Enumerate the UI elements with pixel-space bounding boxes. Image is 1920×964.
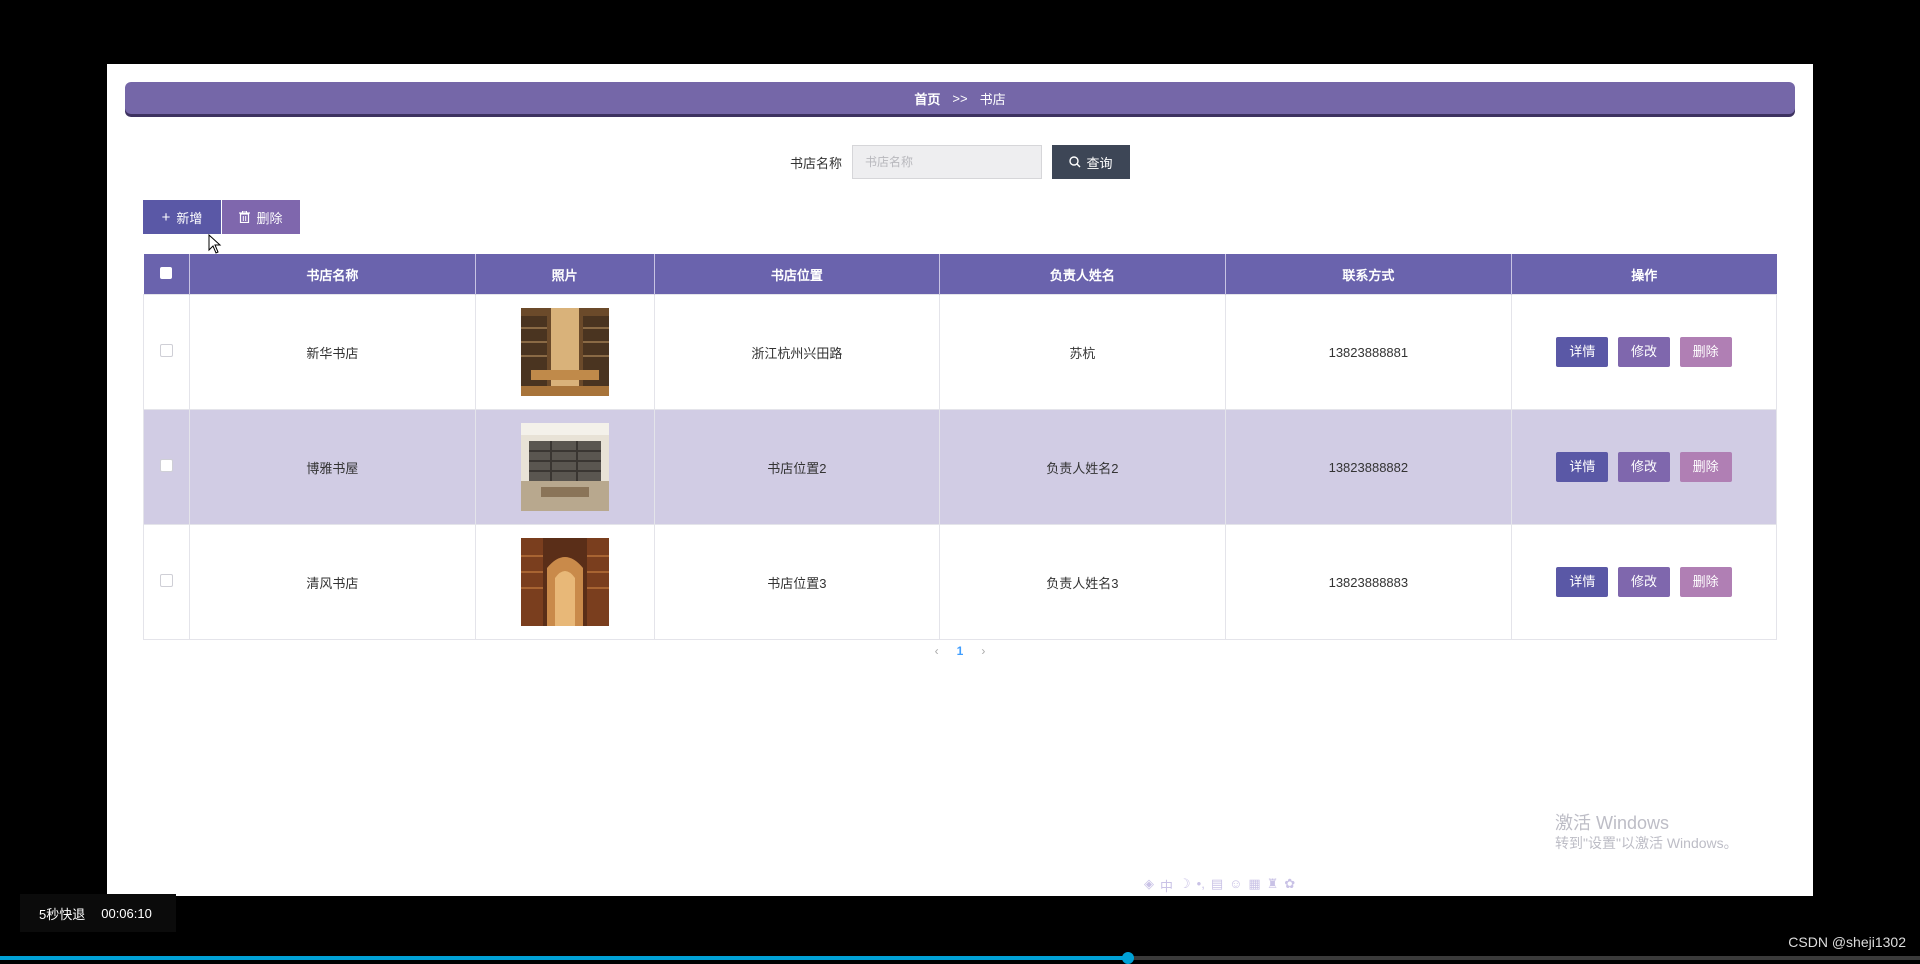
table-row: 博雅书屋 书店位置2 负责人姓名2 13823888882 详情 修改 删除 — [142, 409, 1777, 525]
batch-delete-label: 删除 — [256, 210, 283, 226]
photo-cell — [474, 294, 655, 410]
gear-icon: ✿ — [1284, 876, 1296, 891]
row-checkbox[interactable] — [160, 344, 174, 357]
ime-toolbar: ◈ 中 ☽ •, ▤ ☺ ▦ ♜ ✿ — [1144, 876, 1296, 894]
breadcrumb-current: 书店 — [979, 91, 1006, 107]
moon-icon: ☽ — [1179, 876, 1191, 891]
detail-button[interactable]: 详情 — [1556, 337, 1609, 367]
store-name: 博雅书屋 — [189, 409, 476, 525]
search-label: 书店名称 — [789, 155, 842, 171]
shirt-icon: ♜ — [1266, 876, 1279, 891]
punctuation-icon: •, — [1196, 876, 1205, 891]
bookstore-table: 书店名称 照片 书店位置 负责人姓名 联系方式 操作 新华书店 浙江杭州兴田路 … — [142, 254, 1777, 640]
store-location: 浙江杭州兴田路 — [653, 294, 941, 410]
user-icon: ☺ — [1229, 876, 1243, 891]
next-page-button[interactable]: › — [981, 644, 985, 658]
detail-button[interactable]: 详情 — [1556, 567, 1609, 597]
batch-delete-button[interactable]: 删除 — [222, 200, 300, 234]
delete-button[interactable]: 删除 — [1679, 452, 1732, 482]
select-all-checkbox[interactable] — [160, 266, 173, 279]
main-page: 首页 >> 书店 书店名称 查询 + 新增 删除 书店名称 照片 书店位置 负责… — [107, 64, 1813, 896]
detail-button[interactable]: 详情 — [1556, 452, 1609, 482]
grid-icon: ▦ — [1248, 876, 1261, 891]
page-number[interactable]: 1 — [957, 644, 964, 658]
edit-button[interactable]: 修改 — [1618, 567, 1671, 597]
breadcrumb-separator: >> — [952, 90, 968, 106]
contact-phone: 13823888881 — [1224, 294, 1513, 410]
column-header: 照片 — [475, 254, 655, 295]
store-location: 书店位置2 — [653, 409, 941, 525]
pagination: ‹ 1 › — [107, 644, 1813, 658]
contact-phone: 13823888883 — [1224, 524, 1513, 640]
mouse-cursor-icon — [208, 234, 222, 254]
operations-cell: 详情 修改 删除 — [1511, 409, 1777, 525]
add-button[interactable]: + 新增 — [143, 200, 221, 234]
column-header: 操作 — [1511, 254, 1777, 295]
column-header: 联系方式 — [1225, 254, 1513, 295]
edit-button[interactable]: 修改 — [1618, 452, 1671, 482]
keyboard-icon: ▤ — [1210, 876, 1224, 891]
store-location: 书店位置3 — [653, 524, 941, 640]
search-bar: 书店名称 查询 — [107, 144, 1813, 180]
breadcrumb-home[interactable]: 首页 — [914, 89, 940, 108]
plus-icon: + — [161, 208, 171, 226]
ime-chinese-icon: 中 — [1160, 879, 1174, 894]
manager-name: 负责人姓名3 — [939, 524, 1226, 640]
select-all-cell — [143, 254, 191, 295]
photo-cell — [474, 524, 655, 640]
video-progress-bar[interactable] — [0, 952, 1920, 964]
manager-name: 苏杭 — [939, 294, 1226, 410]
table-row: 新华书店 浙江杭州兴田路 苏杭 13823888881 详情 修改 删除 — [142, 294, 1777, 410]
delete-button[interactable]: 删除 — [1679, 337, 1732, 367]
table-header-row: 书店名称 照片 书店位置 负责人姓名 联系方式 操作 — [143, 254, 1777, 295]
column-header: 书店名称 — [189, 254, 476, 295]
windows-activation-watermark: 激活 Windows 转到"设置"以激活 Windows。 — [1555, 813, 1738, 853]
store-photo[interactable] — [520, 538, 609, 626]
credit-label: CSDN @sheji1302 — [1788, 934, 1906, 950]
photo-cell — [474, 409, 655, 525]
search-button-label: 查询 — [1086, 155, 1113, 171]
progress-knob[interactable] — [1122, 952, 1134, 964]
prev-page-button[interactable]: ‹ — [935, 644, 939, 658]
row-checkbox[interactable] — [160, 459, 174, 472]
progress-fill — [0, 956, 1128, 960]
row-select-cell — [142, 524, 191, 640]
add-button-label: 新增 — [176, 210, 203, 226]
row-select-cell — [142, 409, 191, 525]
manager-name: 负责人姓名2 — [939, 409, 1226, 525]
store-name: 新华书店 — [189, 294, 476, 410]
delete-button[interactable]: 删除 — [1679, 567, 1732, 597]
row-checkbox[interactable] — [160, 574, 174, 587]
table-row: 清风书店 书店位置3 负责人姓名3 13823888883 详情 修改 删除 — [142, 524, 1777, 640]
trash-icon — [239, 211, 251, 223]
column-header: 书店位置 — [654, 254, 941, 295]
watermark-subtitle: 转到"设置"以激活 Windows。 — [1555, 835, 1738, 851]
search-input[interactable] — [852, 145, 1042, 179]
store-name: 清风书店 — [189, 524, 476, 640]
rewind-button[interactable]: 5秒快退 — [39, 904, 85, 923]
operations-cell: 详情 修改 删除 — [1511, 524, 1777, 640]
player-controls: 5秒快退 00:06:10 — [20, 894, 176, 932]
edit-button[interactable]: 修改 — [1618, 337, 1671, 367]
watermark-title: 激活 Windows — [1555, 813, 1670, 833]
search-button[interactable]: 查询 — [1052, 145, 1130, 179]
column-header: 负责人姓名 — [939, 254, 1226, 295]
breadcrumb: 首页 >> 书店 — [125, 82, 1795, 114]
toolbar: + 新增 删除 — [143, 200, 300, 234]
contact-phone: 13823888882 — [1224, 409, 1513, 525]
store-photo[interactable] — [520, 308, 609, 396]
ime-logo-icon: ◈ — [1144, 876, 1154, 891]
playback-time: 00:06:10 — [101, 905, 152, 921]
store-photo[interactable] — [520, 423, 609, 511]
operations-cell: 详情 修改 删除 — [1511, 294, 1777, 410]
row-select-cell — [142, 294, 191, 410]
search-icon — [1069, 156, 1081, 168]
